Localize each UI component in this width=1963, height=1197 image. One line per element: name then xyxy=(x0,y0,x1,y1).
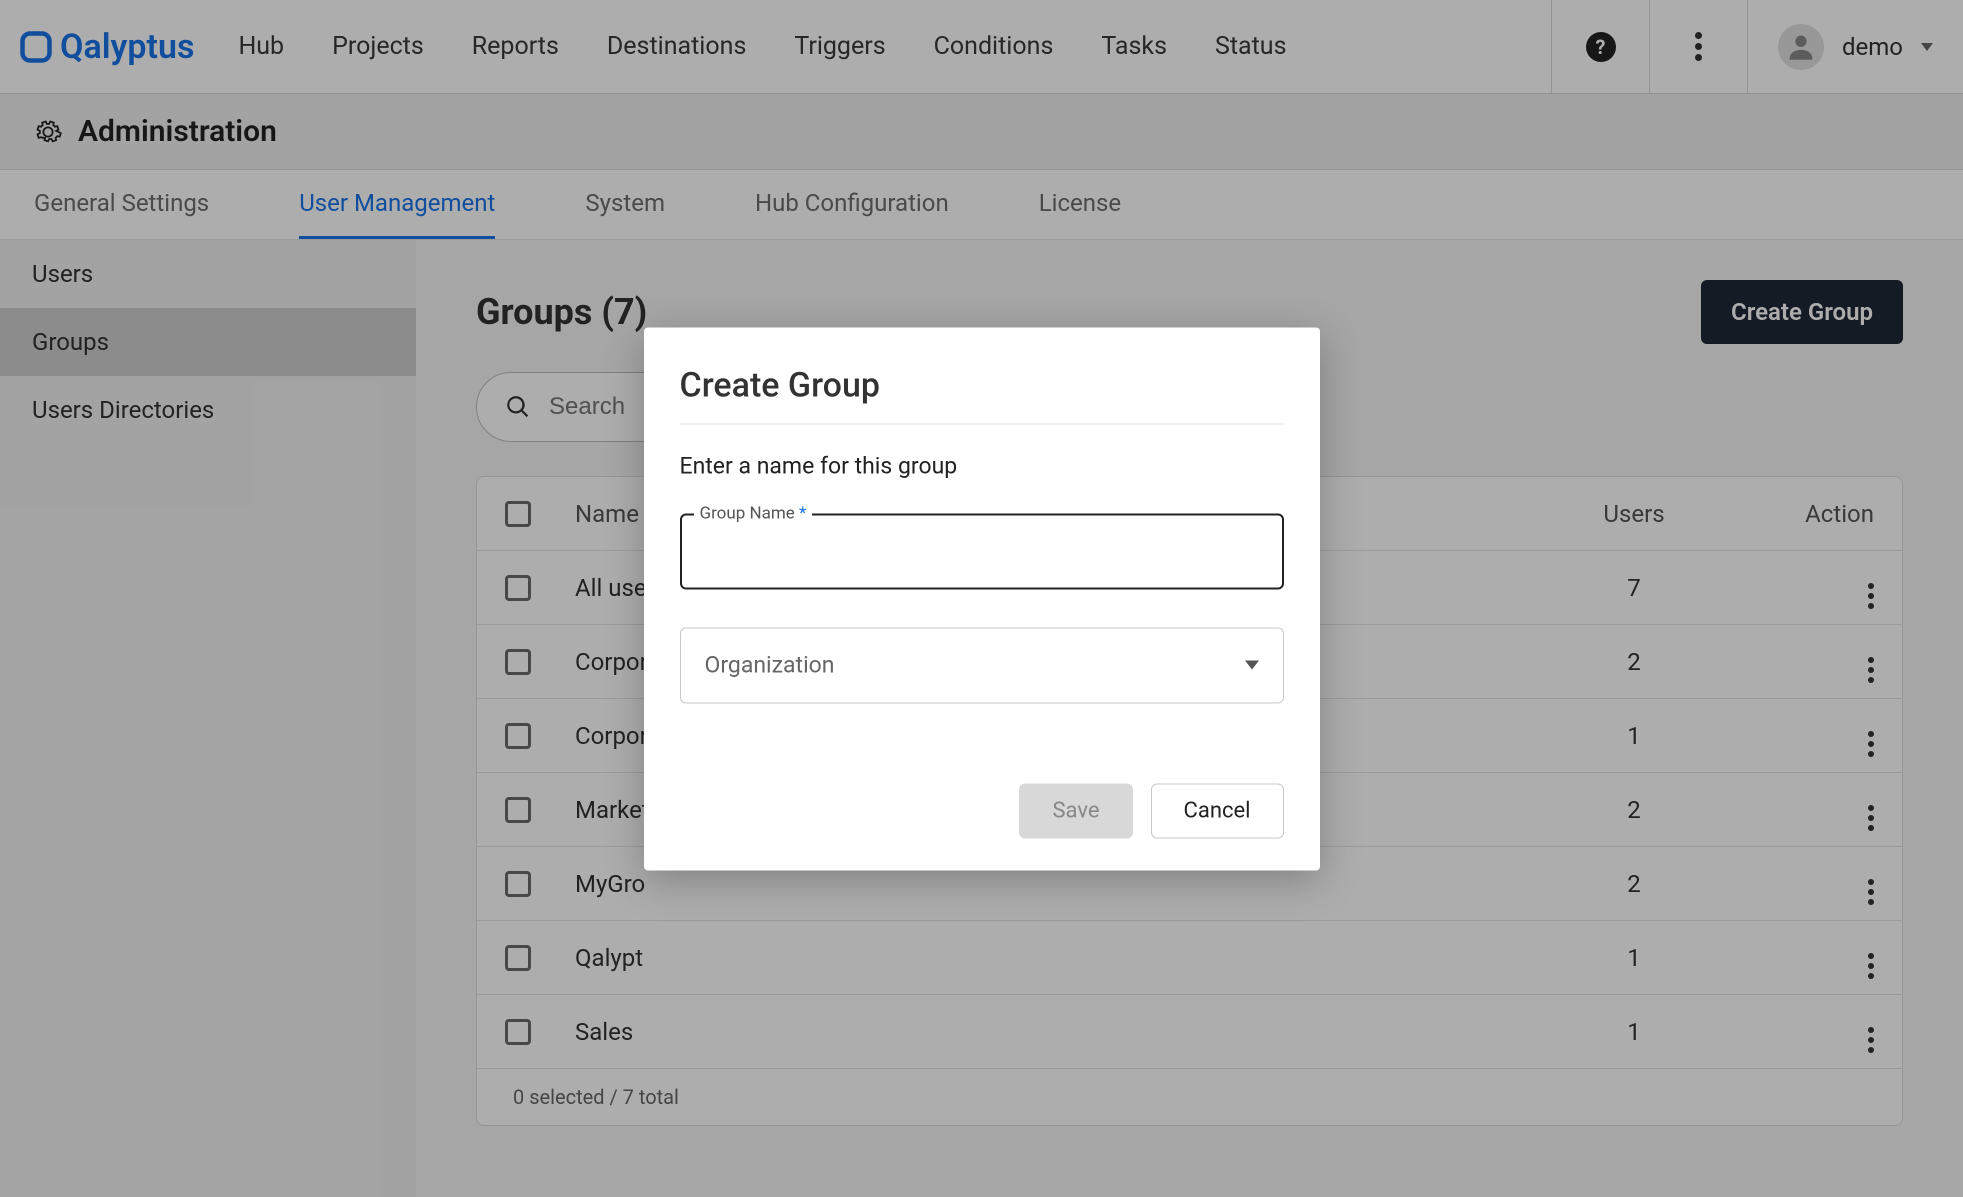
save-button[interactable]: Save xyxy=(1019,783,1132,838)
modal-title: Create Group xyxy=(680,365,1284,424)
required-star: * xyxy=(799,503,806,523)
group-name-input[interactable] xyxy=(680,513,1284,589)
modal-subtitle: Enter a name for this group xyxy=(680,452,1284,479)
cancel-button[interactable]: Cancel xyxy=(1151,783,1284,838)
group-name-label: Group Name * xyxy=(694,503,813,523)
dropdown-arrow-icon xyxy=(1245,661,1259,670)
modal-actions: Save Cancel xyxy=(680,783,1284,838)
group-name-field: Group Name * xyxy=(680,513,1284,589)
create-group-modal: Create Group Enter a name for this group… xyxy=(644,327,1320,870)
organization-select[interactable]: Organization xyxy=(680,627,1284,703)
organization-label: Organization xyxy=(705,652,835,679)
